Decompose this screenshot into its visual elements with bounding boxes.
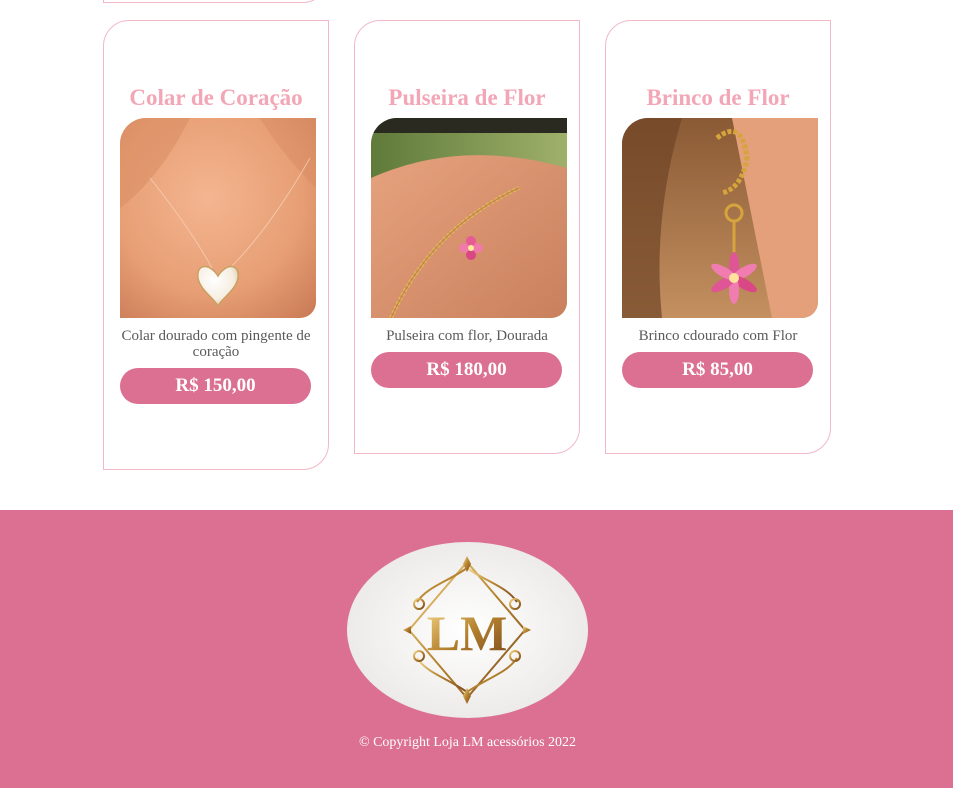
- product-title: Colar de Coração: [129, 85, 303, 110]
- footer: LM © Copyright Loja LM acessórios 2022: [0, 510, 953, 788]
- previous-product-card-edge: [103, 0, 327, 3]
- price-button[interactable]: R$ 150,00: [120, 368, 311, 404]
- product-card-colar: Colar de Coração Colar dourado com pinge…: [103, 20, 329, 470]
- copyright-text: © Copyright Loja LM acessórios 2022: [358, 735, 577, 750]
- heart-necklace-photo: [120, 118, 316, 318]
- logo-monogram: LM: [427, 605, 508, 661]
- product-title: Pulseira de Flor: [388, 85, 546, 110]
- product-description: Brinco cdourado com Flor: [638, 328, 798, 344]
- product-card-brinco: Brinco de Flor Brinco cdourado com Flor …: [605, 20, 831, 454]
- product-description: Pulseira com flor, Dourada: [386, 328, 548, 344]
- flower-earring-photo: [622, 118, 818, 318]
- price-button[interactable]: R$ 180,00: [371, 352, 562, 388]
- product-title: Brinco de Flor: [646, 85, 790, 110]
- price-button[interactable]: R$ 85,00: [622, 352, 813, 388]
- flower-bracelet-photo: [371, 118, 567, 318]
- product-description: Colar dourado com pingente de coração: [121, 328, 311, 360]
- product-card-pulseira: Pulseira de Flor Pulseira com flor, Dour…: [354, 20, 580, 454]
- store-logo: LM: [347, 542, 588, 718]
